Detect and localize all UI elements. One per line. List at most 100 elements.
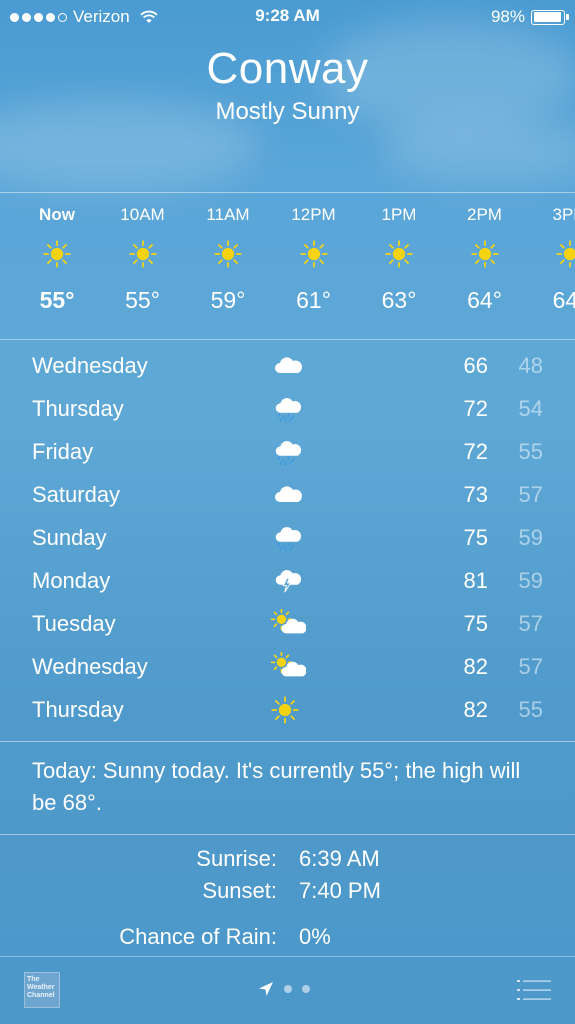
day-name: Thursday	[32, 396, 124, 421]
sun-icon	[553, 239, 575, 273]
hour-temp: 59°	[210, 287, 246, 313]
detail-value: 7:40 PM	[299, 878, 381, 903]
day-row: Monday 81 59	[0, 560, 575, 603]
sun-icon	[297, 239, 331, 273]
day-low-temp: 57	[518, 611, 543, 636]
detail-label: Sunrise:	[196, 846, 277, 871]
daily-forecast[interactable]: Wednesday 66 48 Thursday 72 54 Friday 72 55 Satur…	[0, 345, 575, 732]
hour-label: 1PM	[381, 205, 417, 224]
divider	[0, 741, 575, 742]
hour-temp: 63°	[381, 287, 417, 313]
day-low-temp: 59	[518, 568, 543, 593]
day-name: Friday	[32, 439, 94, 464]
thunderstorm-icon	[270, 566, 304, 596]
day-name: Sunday	[32, 525, 107, 550]
page-indicator[interactable]	[258, 981, 310, 997]
page-dot	[284, 985, 292, 993]
detail-row-sunrise: Sunrise: 6:39 AM	[0, 846, 575, 878]
day-low-temp: 59	[518, 525, 543, 550]
hour-label: 2PM	[467, 205, 502, 224]
day-row: Sunday 75 59	[0, 517, 575, 560]
day-name: Wednesday	[32, 353, 148, 378]
day-name: Tuesday	[32, 611, 116, 636]
battery-percent: 98%	[490, 7, 525, 26]
page-dot	[302, 985, 310, 993]
divider	[0, 339, 575, 340]
city-list-icon[interactable]	[517, 978, 551, 1002]
hour-label: 12PM	[291, 205, 336, 224]
day-low-temp: 57	[518, 482, 543, 507]
sun-icon	[270, 695, 304, 725]
sun-icon	[382, 239, 416, 273]
day-name: Monday	[32, 568, 111, 593]
weather-channel-logo[interactable]: The Weather Channel	[24, 972, 60, 1008]
sun-icon	[126, 239, 160, 273]
weather-details: Sunrise: 6:39 AM Sunset: 7:40 PM Chance …	[0, 846, 575, 956]
detail-value: 0%	[299, 924, 331, 949]
day-low-temp: 55	[518, 697, 543, 722]
day-low-temp: 57	[518, 654, 543, 679]
hour-column: 11AM 59°	[185, 193, 271, 314]
status-bar: Verizon 9:28 AM 98%	[0, 0, 575, 34]
day-high-temp: 72	[463, 439, 488, 464]
hour-label: 11AM	[206, 205, 250, 224]
day-name: Saturday	[32, 482, 121, 507]
day-high-temp: 72	[463, 396, 488, 421]
day-row: Thursday 82 55	[0, 689, 575, 732]
partly-cloudy-icon	[270, 608, 307, 639]
day-high-temp: 81	[463, 568, 488, 593]
detail-row-chance-of-rain: Chance of Rain: 0%	[0, 924, 575, 956]
hour-column: 2PM 64°	[442, 193, 528, 314]
day-low-temp: 55	[518, 439, 543, 464]
day-high-temp: 75	[463, 611, 488, 636]
day-row: Friday 72 55	[0, 431, 575, 474]
hour-temp: 55°	[125, 287, 160, 313]
day-row: Thursday 72 54	[0, 388, 575, 431]
partly-cloudy-icon	[270, 651, 307, 682]
day-low-temp: 54	[518, 396, 543, 421]
status-time: 9:28 AM	[255, 6, 320, 25]
day-name: Thursday	[32, 697, 124, 722]
bottom-toolbar: The Weather Channel	[0, 957, 575, 1024]
rain-cloud-icon	[270, 437, 304, 467]
rain-cloud-icon	[270, 394, 304, 424]
hour-column: 1PM 63°	[356, 193, 442, 314]
day-high-temp: 82	[463, 654, 488, 679]
hour-temp: 61°	[296, 287, 331, 313]
sun-icon	[211, 239, 245, 273]
hour-temp: 55°	[39, 287, 75, 313]
hourly-forecast[interactable]: Now 55° 10AM 55° 11AM 59° 12PM 61° 1PM 63° 2PM 64° 3…	[0, 193, 575, 339]
cloud-icon	[270, 351, 304, 381]
today-summary: Today: Sunny today. It's currently 55°; …	[32, 758, 521, 815]
battery-icon	[531, 9, 569, 25]
detail-label: Chance of Rain:	[119, 924, 277, 949]
city-name: Conway	[206, 44, 369, 93]
detail-value: 6:39 AM	[299, 846, 380, 871]
day-high-temp: 82	[463, 697, 488, 722]
hour-label: 3PM	[552, 205, 575, 224]
day-high-temp: 75	[463, 525, 488, 550]
divider	[0, 834, 575, 835]
day-row: Tuesday 75 57	[0, 603, 575, 646]
current-condition: Mostly Sunny	[215, 98, 360, 125]
day-row: Wednesday 66 48	[0, 345, 575, 388]
hour-column: 3PM 64°	[527, 193, 575, 314]
detail-row-sunset: Sunset: 7:40 PM	[0, 878, 575, 910]
rain-cloud-icon	[270, 523, 304, 553]
location-arrow-icon	[259, 982, 273, 996]
hour-temp: 64°	[467, 287, 502, 313]
hour-temp: 64°	[552, 287, 575, 313]
day-high-temp: 73	[463, 482, 488, 507]
hour-column: 12PM 61°	[271, 193, 357, 314]
detail-label: Sunset:	[202, 878, 277, 903]
status-right: 98%	[490, 7, 569, 27]
day-high-temp: 66	[463, 353, 488, 378]
hour-column: 10AM 55°	[100, 193, 186, 314]
day-row: Wednesday 82 57	[0, 646, 575, 689]
day-low-temp: 48	[518, 353, 543, 378]
hour-column: Now 55°	[14, 193, 100, 314]
sun-icon	[40, 239, 74, 273]
hour-label: 10AM	[120, 205, 165, 224]
cloud-icon	[270, 480, 304, 510]
sun-icon	[468, 239, 502, 273]
